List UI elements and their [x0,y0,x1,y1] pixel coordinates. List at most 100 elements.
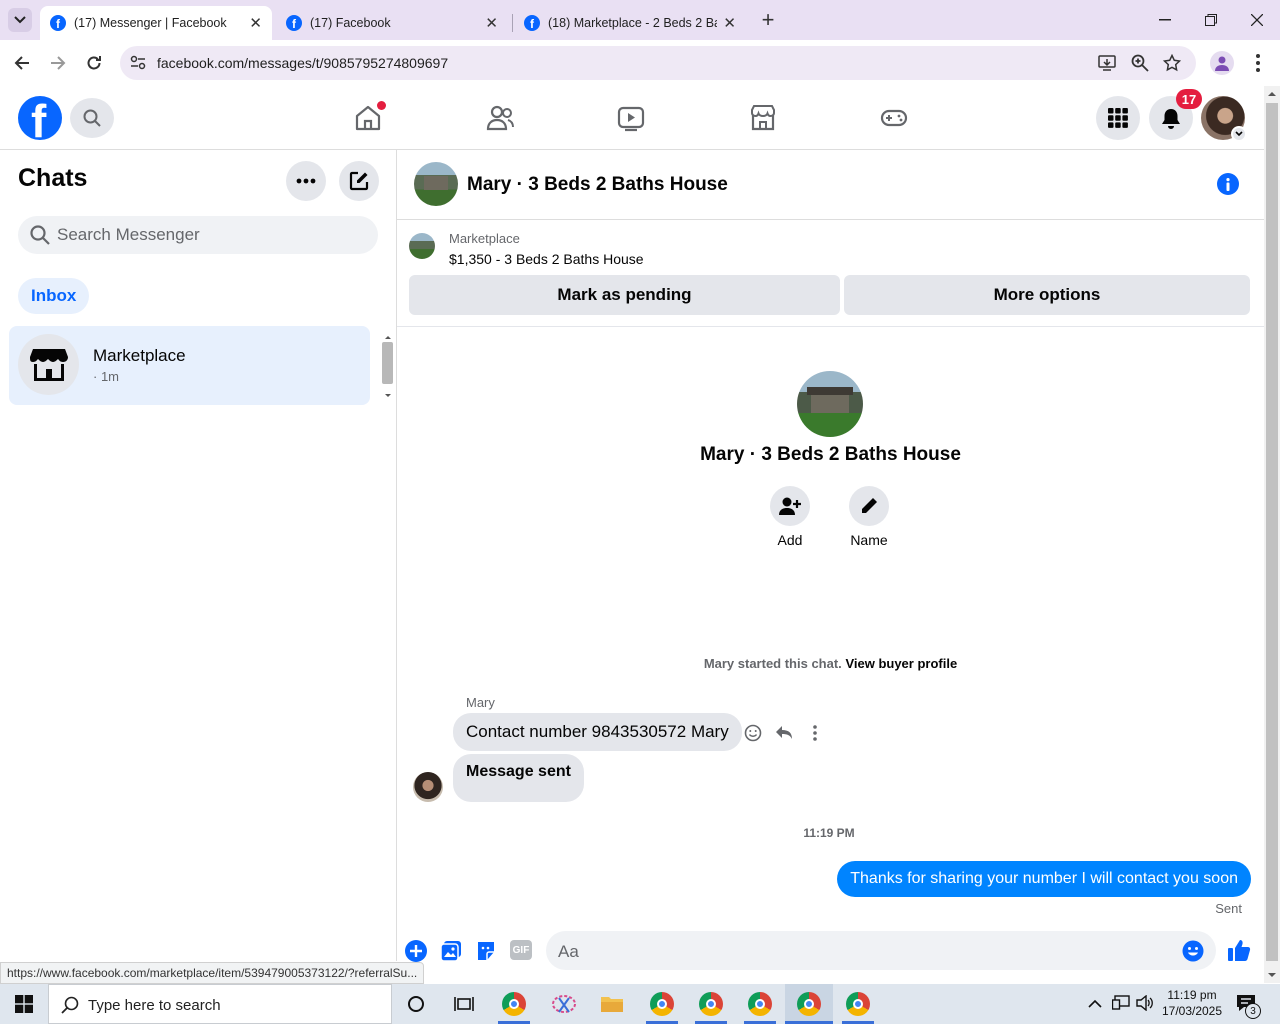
apps-grid-icon [1108,108,1128,128]
account-dropdown-chevron[interactable] [1231,126,1247,142]
browser-tab-messenger[interactable]: f (17) Messenger | Facebook ✕ [40,6,272,40]
tab-divider [512,14,513,32]
bell-icon [1162,109,1180,129]
listing-thumbnail[interactable] [409,233,435,259]
close-tab-icon[interactable]: ✕ [723,14,736,32]
search-icon [61,996,79,1014]
incoming-message-bubble[interactable]: Contact number 9843530572 Mary [453,713,742,751]
new-tab-button[interactable]: + [756,6,780,34]
chats-options-button[interactable] [286,161,326,201]
message-input[interactable]: Aa [546,931,1216,970]
conversation-avatar[interactable] [414,162,458,206]
network-monitor-icon [1111,995,1130,1010]
taskbar-chrome-profile-2[interactable] [687,984,735,1024]
nav-gaming[interactable] [878,102,910,134]
minimize-button[interactable] [1150,10,1180,30]
browser-tab-facebook[interactable]: f (17) Facebook ✕ [276,6,508,40]
reply-button[interactable] [772,721,796,745]
show-hidden-icons-button[interactable] [1088,996,1104,1012]
nav-marketplace[interactable] [747,102,779,134]
sticker-button[interactable] [475,940,497,962]
chevron-up-icon [1088,999,1102,1008]
taskbar-chrome-profile-5[interactable] [834,984,882,1024]
view-buyer-profile-link[interactable]: View buyer profile [845,656,957,671]
close-window-button[interactable] [1242,10,1272,30]
nav-watch[interactable] [615,102,647,134]
menu-dot-icon [1256,68,1260,72]
message-more-button[interactable] [803,721,827,745]
taskbar-chrome-profile-3[interactable] [736,984,784,1024]
back-button[interactable] [10,51,34,75]
chevron-down-icon [1235,131,1243,137]
emoji-icon[interactable] [1182,940,1204,962]
install-app-icon[interactable] [1098,54,1116,72]
gif-button[interactable]: GIF [510,940,532,960]
new-message-button[interactable] [339,161,379,201]
restore-button[interactable] [1196,10,1226,30]
conversation-info-button[interactable] [1217,173,1239,195]
back-arrow-icon [14,56,29,70]
outgoing-message-bubble[interactable]: Thanks for sharing your number I will co… [837,861,1251,897]
taskbar-chrome-profile-1[interactable] [638,984,686,1024]
scroll-down-icon [385,394,391,397]
taskbar-clock[interactable]: 11:19 pm 17/03/2025 [1158,987,1226,1019]
chrome-icon [797,992,821,1016]
conversation-item-marketplace[interactable]: Marketplace · 1m [9,326,370,405]
taskbar-search-box[interactable]: Type here to search [48,984,392,1024]
scrollbar-thumb[interactable] [382,342,393,384]
thumbs-up-icon [1228,940,1251,961]
close-tab-icon[interactable]: ✕ [249,14,262,32]
taskbar-snipping-tool[interactable] [540,984,588,1024]
listing-source: Marketplace [449,231,520,246]
send-like-button[interactable] [1227,938,1251,962]
search-button[interactable] [70,98,114,138]
action-center-badge: 3 [1245,1003,1261,1019]
bookmark-star-icon[interactable] [1163,54,1181,72]
conversation-title[interactable]: Mary · 3 Beds 2 Baths House [467,174,728,196]
windows-taskbar: Type here to search 11:19 pm 17/03/2025 … [0,984,1280,1024]
cortana-button[interactable] [392,984,440,1024]
chevron-down-icon [14,16,26,24]
scrollbar-thumb[interactable] [1266,103,1278,961]
chat-list-scrollbar[interactable] [381,328,395,404]
zoom-icon[interactable] [1131,54,1149,72]
nav-home[interactable] [352,101,386,134]
chats-title: Chats [18,164,88,192]
taskbar-chrome[interactable] [490,984,538,1024]
attach-photo-button[interactable] [440,940,462,962]
browser-tab-marketplace[interactable]: f (18) Marketplace - 2 Beds 2 Bat ✕ [514,6,746,40]
tab-title: (17) Facebook [310,16,391,30]
close-tab-icon[interactable]: ✕ [485,14,498,32]
conversation-meta: · 1m [93,369,119,384]
add-people-button[interactable] [770,486,810,526]
volume-icon[interactable] [1136,994,1154,1013]
browser-tab-bar: f (17) Messenger | Facebook ✕ f (17) Fac… [0,0,1280,40]
listing-title[interactable]: $1,350 - 3 Beds 2 Baths House [449,251,644,267]
nav-friends[interactable] [484,102,516,134]
reload-button[interactable] [82,51,106,75]
search-icon [30,225,50,245]
more-options-button[interactable]: More options [844,275,1250,315]
search-messenger-input[interactable]: Search Messenger [18,216,378,254]
tab-search-button[interactable] [8,8,32,32]
name-conversation-button[interactable] [849,486,889,526]
network-icon[interactable] [1111,995,1130,1013]
incoming-message-bubble[interactable]: Message sent [453,754,584,802]
start-button[interactable] [0,984,48,1024]
browser-menu-button[interactable] [1248,51,1268,75]
taskbar-chrome-profile-4-active[interactable] [785,984,833,1024]
taskbar-file-explorer[interactable] [588,984,636,1024]
react-button[interactable] [741,721,765,745]
action-center-button[interactable]: 3 [1236,994,1261,1019]
mark-as-pending-button[interactable]: Mark as pending [409,275,840,315]
menu-apps-button[interactable] [1096,96,1140,140]
profile-button[interactable] [1210,51,1234,75]
task-view-button[interactable] [440,984,488,1024]
tab-inbox[interactable]: Inbox [18,278,90,314]
open-more-actions-button[interactable] [405,940,427,962]
address-bar[interactable]: facebook.com/messages/t/9085795274809697 [120,46,1196,80]
site-info-icon[interactable] [130,55,146,71]
page-scrollbar[interactable] [1264,86,1280,983]
forward-button[interactable] [46,51,70,75]
facebook-logo[interactable]: f [18,96,62,140]
